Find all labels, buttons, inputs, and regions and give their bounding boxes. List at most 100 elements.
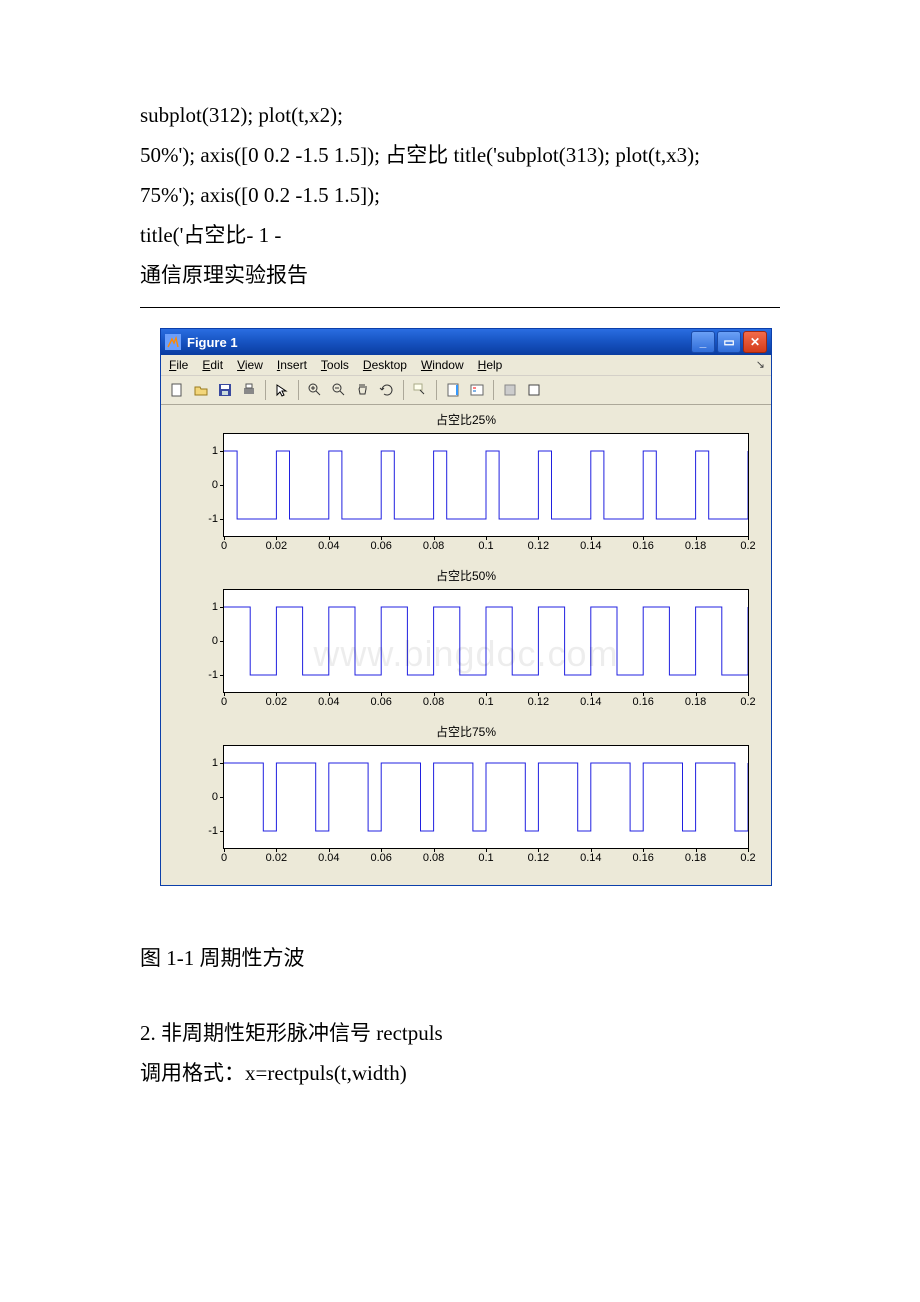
y-tick-label: 1 xyxy=(212,445,218,457)
pointer-icon[interactable] xyxy=(272,380,292,400)
x-tick-label: 0.04 xyxy=(318,852,339,864)
menu-edit[interactable]: Edit xyxy=(202,358,223,372)
menu-help[interactable]: Help xyxy=(478,358,503,372)
menu-view[interactable]: View xyxy=(237,358,263,372)
maximize-button[interactable]: ▭ xyxy=(717,331,741,353)
x-tick-label: 0.02 xyxy=(266,696,287,708)
plot-area: 占空比25% -10100.020.040.060.080.10.120.140… xyxy=(161,405,771,885)
window-titlebar[interactable]: Figure 1 _ ▭ ✕ xyxy=(161,329,771,355)
x-tick-label: 0.04 xyxy=(318,540,339,552)
x-tick-label: 0.16 xyxy=(632,540,653,552)
x-tick-label: 0.2 xyxy=(740,540,755,552)
x-tick-label: 0 xyxy=(221,696,227,708)
new-file-icon[interactable] xyxy=(167,380,187,400)
section-heading: 2. 非周期性矩形脉冲信号 rectpuls xyxy=(140,1014,780,1054)
toolbar-separator xyxy=(265,380,266,400)
window-title: Figure 1 xyxy=(187,335,691,350)
axes[interactable]: -10100.020.040.060.080.10.120.140.160.18… xyxy=(223,589,749,693)
y-tick-label: -1 xyxy=(208,825,218,837)
print-icon[interactable] xyxy=(239,380,259,400)
y-tick-label: -1 xyxy=(208,513,218,525)
x-tick-label: 0.06 xyxy=(370,540,391,552)
x-tick-label: 0.2 xyxy=(740,852,755,864)
save-icon[interactable] xyxy=(215,380,235,400)
x-tick-label: 0.1 xyxy=(478,696,493,708)
subplot-2: 占空比50% -10100.020.040.060.080.10.120.140… xyxy=(169,567,763,717)
insert-legend-icon[interactable] xyxy=(467,380,487,400)
x-tick-label: 0.1 xyxy=(478,852,493,864)
subplot-1: 占空比25% -10100.020.040.060.080.10.120.140… xyxy=(169,411,763,561)
x-tick-label: 0.08 xyxy=(423,540,444,552)
open-icon[interactable] xyxy=(191,380,211,400)
axes-show-icon[interactable] xyxy=(524,380,544,400)
y-tick-label: -1 xyxy=(208,669,218,681)
x-tick-label: 0.14 xyxy=(580,540,601,552)
y-tick-label: 1 xyxy=(212,601,218,613)
x-tick-label: 0.2 xyxy=(740,696,755,708)
axes[interactable]: -10100.020.040.060.080.10.120.140.160.18… xyxy=(223,745,749,849)
axes-hide-icon[interactable] xyxy=(500,380,520,400)
x-tick-label: 0 xyxy=(221,852,227,864)
subplot-3: 占空比75% -10100.020.040.060.080.10.120.140… xyxy=(169,723,763,873)
subplot-title: 占空比75% xyxy=(169,723,763,739)
section-text: 2. 非周期性矩形脉冲信号 rectpuls 调用格式：x=rectpuls(t… xyxy=(140,1014,780,1094)
close-button[interactable]: ✕ xyxy=(743,331,767,353)
waveform xyxy=(224,434,748,536)
x-tick-label: 0.14 xyxy=(580,696,601,708)
code-line: 通信原理实验报告 xyxy=(140,256,780,296)
y-tick-label: 1 xyxy=(212,757,218,769)
x-tick-label: 0.16 xyxy=(632,696,653,708)
y-tick-label: 0 xyxy=(212,635,218,647)
code-line: title('占空比- 1 - xyxy=(140,216,780,256)
x-tick-label: 0.08 xyxy=(423,852,444,864)
pan-icon[interactable] xyxy=(353,380,373,400)
code-block: subplot(312); plot(t,x2); 50%'); axis([0… xyxy=(140,96,780,295)
divider xyxy=(140,307,780,308)
menu-file[interactable]: File xyxy=(169,358,188,372)
subplot-title: 占空比25% xyxy=(169,411,763,427)
x-tick-label: 0.12 xyxy=(528,696,549,708)
data-cursor-icon[interactable] xyxy=(410,380,430,400)
axes[interactable]: -10100.020.040.060.080.10.120.140.160.18… xyxy=(223,433,749,537)
x-tick-label: 0.18 xyxy=(685,852,706,864)
x-tick-label: 0.08 xyxy=(423,696,444,708)
minimize-button[interactable]: _ xyxy=(691,331,715,353)
x-tick-label: 0.02 xyxy=(266,852,287,864)
matlab-icon xyxy=(165,334,181,350)
x-tick-label: 0.06 xyxy=(370,852,391,864)
waveform xyxy=(224,590,748,692)
x-tick-label: 0.04 xyxy=(318,696,339,708)
section-line: 调用格式：x=rectpuls(t,width) xyxy=(140,1054,780,1094)
menu-desktop[interactable]: Desktop xyxy=(363,358,407,372)
x-tick-label: 0.1 xyxy=(478,540,493,552)
y-tick-label: 0 xyxy=(212,791,218,803)
x-tick-label: 0.16 xyxy=(632,852,653,864)
x-tick-label: 0.14 xyxy=(580,852,601,864)
zoom-out-icon[interactable] xyxy=(329,380,349,400)
toolbar xyxy=(161,376,771,405)
insert-colorbar-icon[interactable] xyxy=(443,380,463,400)
code-line: 75%'); axis([0 0.2 -1.5 1.5]); xyxy=(140,176,780,216)
toolbar-separator xyxy=(436,380,437,400)
menu-window[interactable]: Window xyxy=(421,358,464,372)
zoom-in-icon[interactable] xyxy=(305,380,325,400)
x-tick-label: 0.12 xyxy=(528,540,549,552)
y-tick-label: 0 xyxy=(212,479,218,491)
menu-bar: File Edit View Insert Tools Desktop Wind… xyxy=(161,355,771,376)
toolbar-separator xyxy=(298,380,299,400)
rotate-icon[interactable] xyxy=(377,380,397,400)
toolbar-separator xyxy=(403,380,404,400)
menu-tools[interactable]: Tools xyxy=(321,358,349,372)
menu-insert[interactable]: Insert xyxy=(277,358,307,372)
x-tick-label: 0.06 xyxy=(370,696,391,708)
code-line: 50%'); axis([0 0.2 -1.5 1.5]); 占空比 title… xyxy=(140,136,780,176)
x-tick-label: 0.02 xyxy=(266,540,287,552)
x-tick-label: 0.18 xyxy=(685,540,706,552)
waveform xyxy=(224,746,748,848)
subplot-title: 占空比50% xyxy=(169,567,763,583)
x-tick-label: 0.18 xyxy=(685,696,706,708)
menu-overflow-icon[interactable]: ↘ xyxy=(756,358,765,371)
matlab-figure-window: Figure 1 _ ▭ ✕ File Edit View Insert Too… xyxy=(160,328,772,886)
figure-caption: 图 1-1 周期性方波 xyxy=(140,942,780,972)
toolbar-separator xyxy=(493,380,494,400)
